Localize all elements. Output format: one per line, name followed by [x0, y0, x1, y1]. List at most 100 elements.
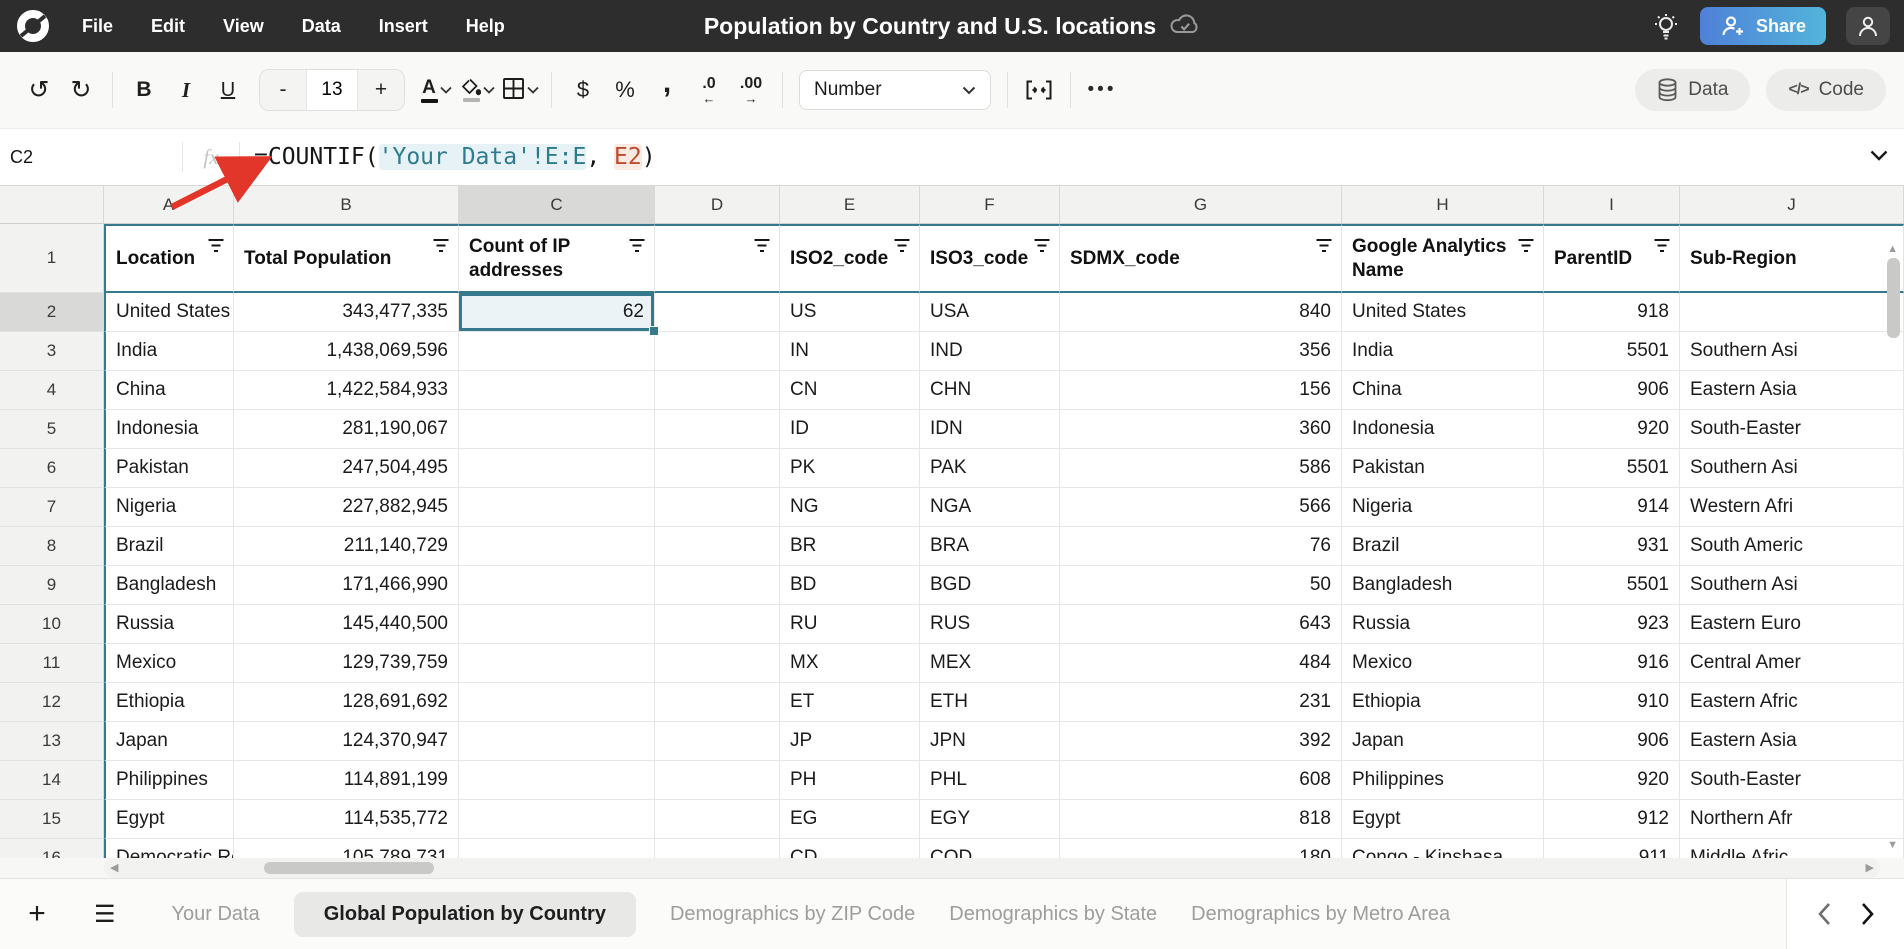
cell-B9[interactable]: 171,466,990: [234, 566, 459, 605]
cell-A7[interactable]: Nigeria: [104, 488, 234, 527]
cell-J9[interactable]: Southern Asi: [1680, 566, 1904, 605]
cell-D15[interactable]: [655, 800, 780, 839]
cell-I13[interactable]: 906: [1544, 722, 1680, 761]
cell-H15[interactable]: Egypt: [1342, 800, 1544, 839]
cell-A8[interactable]: Brazil: [104, 527, 234, 566]
underline-button[interactable]: U: [207, 69, 249, 111]
column-header-G[interactable]: G: [1060, 186, 1342, 224]
decrease-decimals-button[interactable]: .0 ←: [688, 69, 730, 111]
row-header-14[interactable]: 14: [0, 761, 104, 800]
cell-D5[interactable]: [655, 410, 780, 449]
cell-H4[interactable]: China: [1342, 371, 1544, 410]
sheet-tab-demographics-by-state[interactable]: Demographics by State: [949, 892, 1157, 937]
column-header-I[interactable]: I: [1544, 186, 1680, 224]
cell-D4[interactable]: [655, 371, 780, 410]
cell-B12[interactable]: 128,691,692: [234, 683, 459, 722]
cell-H2[interactable]: United States: [1342, 293, 1544, 332]
cell-C11[interactable]: [459, 644, 655, 683]
filter-icon[interactable]: [207, 238, 225, 258]
cell-H7[interactable]: Nigeria: [1342, 488, 1544, 527]
header-cell-F1[interactable]: ISO3_code: [920, 224, 1060, 293]
menu-edit[interactable]: Edit: [151, 16, 185, 37]
cell-E9[interactable]: BD: [780, 566, 920, 605]
cell-A11[interactable]: Mexico: [104, 644, 234, 683]
cell-F14[interactable]: PHL: [920, 761, 1060, 800]
cell-B8[interactable]: 211,140,729: [234, 527, 459, 566]
filter-icon[interactable]: [1653, 238, 1671, 258]
cell-H12[interactable]: Ethiopia: [1342, 683, 1544, 722]
cell-D14[interactable]: [655, 761, 780, 800]
cell-G9[interactable]: 50: [1060, 566, 1342, 605]
cell-E5[interactable]: ID: [780, 410, 920, 449]
cell-G11[interactable]: 484: [1060, 644, 1342, 683]
column-header-E[interactable]: E: [780, 186, 920, 224]
currency-format-button[interactable]: $: [562, 69, 604, 111]
cell-A3[interactable]: India: [104, 332, 234, 371]
header-cell-B1[interactable]: Total Population: [234, 224, 459, 293]
cell-D10[interactable]: [655, 605, 780, 644]
cell-J16[interactable]: Middle Afric: [1680, 839, 1904, 858]
cell-J3[interactable]: Southern Asi: [1680, 332, 1904, 371]
filter-icon[interactable]: [1315, 238, 1333, 258]
cell-C6[interactable]: [459, 449, 655, 488]
cell-E16[interactable]: CD: [780, 839, 920, 858]
cell-I15[interactable]: 912: [1544, 800, 1680, 839]
cell-C2[interactable]: 62: [459, 293, 655, 332]
cell-H16[interactable]: Congo - Kinshasa: [1342, 839, 1544, 858]
cell-G14[interactable]: 608: [1060, 761, 1342, 800]
cell-C10[interactable]: [459, 605, 655, 644]
cell-C3[interactable]: [459, 332, 655, 371]
sheet-tab-your-data[interactable]: Your Data: [172, 892, 260, 937]
cell-F9[interactable]: BGD: [920, 566, 1060, 605]
cell-B15[interactable]: 114,535,772: [234, 800, 459, 839]
cell-I14[interactable]: 920: [1544, 761, 1680, 800]
cell-H14[interactable]: Philippines: [1342, 761, 1544, 800]
cell-B5[interactable]: 281,190,067: [234, 410, 459, 449]
header-cell-J1[interactable]: Sub-Region: [1680, 224, 1904, 293]
cell-I7[interactable]: 914: [1544, 488, 1680, 527]
cell-E3[interactable]: IN: [780, 332, 920, 371]
cell-F15[interactable]: EGY: [920, 800, 1060, 839]
cell-J2[interactable]: [1680, 293, 1904, 332]
cell-H5[interactable]: Indonesia: [1342, 410, 1544, 449]
cell-I9[interactable]: 5501: [1544, 566, 1680, 605]
cell-G8[interactable]: 76: [1060, 527, 1342, 566]
cell-F5[interactable]: IDN: [920, 410, 1060, 449]
cell-E6[interactable]: PK: [780, 449, 920, 488]
cell-J15[interactable]: Northern Afr: [1680, 800, 1904, 839]
column-header-D[interactable]: D: [655, 186, 780, 224]
cell-E14[interactable]: PH: [780, 761, 920, 800]
cell-B7[interactable]: 227,882,945: [234, 488, 459, 527]
row-header-9[interactable]: 9: [0, 566, 104, 605]
cell-C15[interactable]: [459, 800, 655, 839]
cell-G10[interactable]: 643: [1060, 605, 1342, 644]
row-header-11[interactable]: 11: [0, 644, 104, 683]
row-header-6[interactable]: 6: [0, 449, 104, 488]
cell-I4[interactable]: 906: [1544, 371, 1680, 410]
cell-A15[interactable]: Egypt: [104, 800, 234, 839]
row-header-13[interactable]: 13: [0, 722, 104, 761]
cell-C16[interactable]: [459, 839, 655, 858]
cell-D6[interactable]: [655, 449, 780, 488]
formula-expand-chevron[interactable]: [1870, 148, 1888, 166]
cell-F6[interactable]: PAK: [920, 449, 1060, 488]
filter-icon[interactable]: [628, 238, 646, 258]
cell-A2[interactable]: United States: [104, 293, 234, 332]
cell-G6[interactable]: 586: [1060, 449, 1342, 488]
row-header-4[interactable]: 4: [0, 371, 104, 410]
cell-F11[interactable]: MEX: [920, 644, 1060, 683]
italic-button[interactable]: I: [165, 69, 207, 111]
font-size-decrease[interactable]: -: [260, 70, 306, 110]
row-header-5[interactable]: 5: [0, 410, 104, 449]
borders-button[interactable]: [499, 69, 541, 111]
cell-B4[interactable]: 1,422,584,933: [234, 371, 459, 410]
cell-G4[interactable]: 156: [1060, 371, 1342, 410]
horizontal-scrollbar-track[interactable]: [104, 858, 1880, 878]
formula-input[interactable]: =COUNTIF('Your Data'!E:E, E2): [254, 144, 656, 170]
filter-icon[interactable]: [432, 238, 450, 258]
cell-D13[interactable]: [655, 722, 780, 761]
cell-G3[interactable]: 356: [1060, 332, 1342, 371]
cell-E2[interactable]: US: [780, 293, 920, 332]
cell-G7[interactable]: 566: [1060, 488, 1342, 527]
cell-A13[interactable]: Japan: [104, 722, 234, 761]
